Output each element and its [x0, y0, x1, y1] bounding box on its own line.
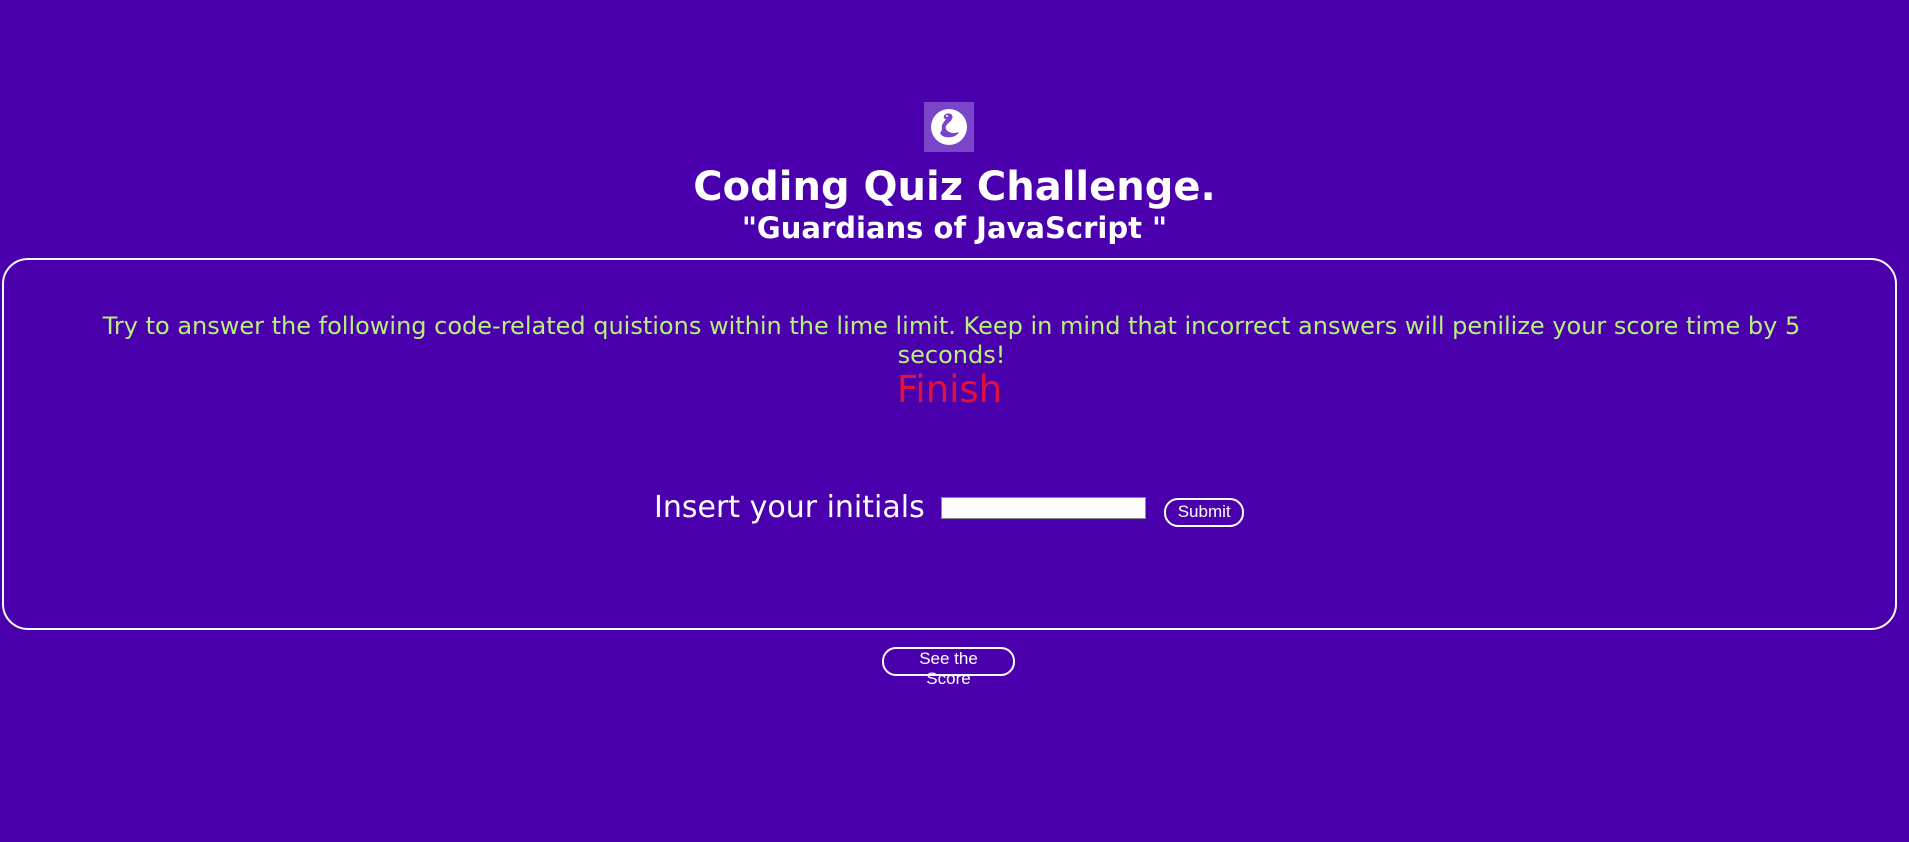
quiz-card: Try to answer the following code-related… [2, 258, 1897, 630]
initials-input[interactable] [940, 497, 1146, 519]
submit-button[interactable]: Submit [1163, 497, 1244, 527]
swan-icon [931, 109, 967, 145]
finish-heading: Finish [896, 368, 1003, 411]
page-title: Coding Quiz Challenge. [693, 164, 1216, 210]
instructions-text: Try to answer the following code-related… [102, 312, 1801, 369]
logo [924, 102, 974, 152]
see-score-button[interactable]: See the Score [882, 647, 1015, 688]
initials-form: Insert your initials Submit [654, 488, 1244, 528]
page-subtitle: "Guardians of JavaScript " [741, 211, 1168, 245]
initials-label: Insert your initials [654, 490, 925, 525]
